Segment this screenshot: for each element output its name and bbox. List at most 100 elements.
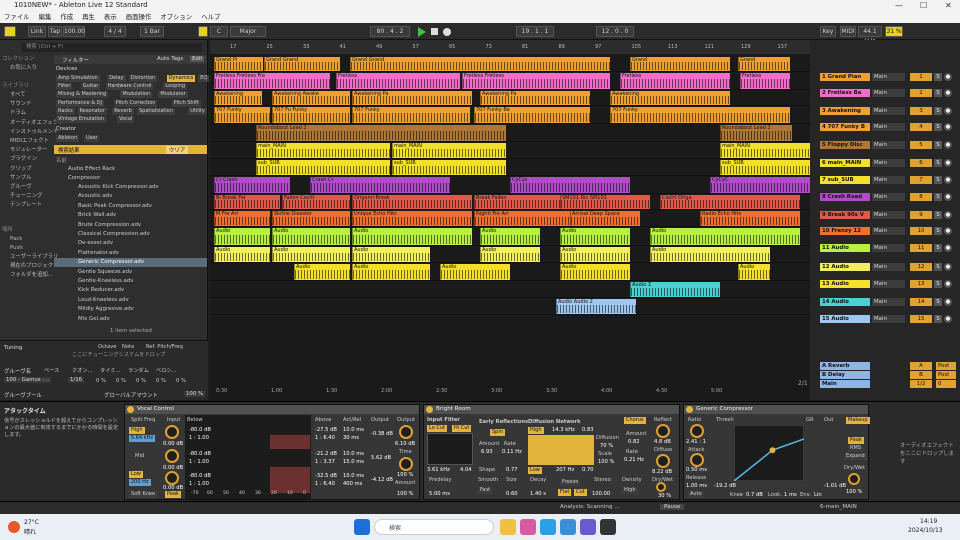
return-track[interactable]: B Delay B Post — [812, 371, 958, 379]
clip[interactable]: Audio — [214, 228, 270, 245]
clip[interactable]: Fretless — [620, 73, 730, 89]
hi-cut-button[interactable]: Hi Cut — [452, 425, 472, 432]
device-tag[interactable]: Utility — [188, 107, 207, 115]
track-header[interactable]: 10 Frenzy 12 Main 10 S ● — [812, 227, 958, 235]
clip[interactable]: Fretless Fretless — [462, 73, 610, 89]
device-power-icon[interactable] — [127, 406, 134, 413]
attack-knob[interactable] — [690, 453, 704, 467]
result-folder[interactable]: Compressor — [54, 174, 207, 183]
solo-button[interactable]: S — [934, 244, 942, 252]
track-output[interactable]: Main — [872, 107, 905, 115]
time-knob[interactable] — [399, 457, 413, 471]
arm-button[interactable]: ● — [944, 193, 952, 201]
arm-button[interactable]: ● — [944, 227, 952, 235]
track-header[interactable]: 5 Floppy Disc Main 5 S ● — [812, 141, 958, 149]
lo-cut-button[interactable]: Lo Cut — [427, 425, 447, 432]
device-tag[interactable]: Delay — [107, 75, 126, 82]
arrangement-lane[interactable]: Fretless Fretless Fre Fretless Fretless Fr… — [210, 72, 810, 90]
track-name[interactable]: 4 707 Funky B — [820, 123, 870, 131]
overview-toggle[interactable] — [4, 26, 16, 37]
solo-button[interactable]: S — [934, 227, 942, 235]
tap-button[interactable]: Tap — [48, 26, 62, 37]
track-header[interactable]: 11 Audio Main 11 S ● — [812, 244, 958, 252]
track-output[interactable]: Main — [872, 227, 905, 235]
creator-tag[interactable]: Ableton — [56, 135, 80, 142]
start-icon[interactable] — [354, 519, 370, 535]
clip[interactable]: Origami Break — [352, 195, 472, 209]
library-item[interactable]: インストゥルメント — [2, 128, 58, 136]
track-name[interactable]: 5 Floppy Disc — [820, 141, 870, 149]
solo-button[interactable]: S — [934, 89, 942, 97]
arm-button[interactable]: ● — [944, 263, 952, 271]
high-gain-knob[interactable] — [165, 425, 179, 439]
clip[interactable]: CyCyc — [510, 177, 630, 193]
arrangement-lane[interactable]: Audio Audio Audio Audio Audio — [210, 263, 810, 281]
clip[interactable]: Grand Grand — [350, 57, 610, 71]
peak-button[interactable]: Peak — [165, 491, 181, 498]
track-output[interactable]: Main — [872, 73, 905, 81]
places-item[interactable]: フォルダを追加... — [2, 271, 53, 279]
menu-item[interactable]: 画面操作 — [126, 11, 152, 23]
menu-item[interactable]: 作成 — [60, 11, 73, 23]
track-output[interactable]: Main — [872, 159, 905, 167]
clip[interactable]: Audio — [650, 247, 770, 262]
clip[interactable]: Audio — [480, 228, 540, 245]
mid-gain-knob[interactable] — [165, 449, 179, 463]
places-item[interactable]: 現在のプロジェクト — [2, 262, 59, 270]
result-folder[interactable]: Audio Effect Rack — [54, 165, 207, 174]
density-select[interactable]: High — [622, 487, 638, 494]
ratio-knob[interactable] — [690, 424, 704, 438]
auto-release-button[interactable]: Auto — [688, 491, 704, 498]
library-item[interactable]: サウンド — [2, 100, 32, 108]
track-output[interactable]: Main — [872, 123, 905, 131]
result-item[interactable]: Brute Compression.adv — [54, 221, 207, 230]
clip[interactable]: Fretless Fretless Fre — [214, 73, 330, 89]
arrangement-lane[interactable]: Audio Audio Audio Audio Audio Audio — [210, 246, 810, 263]
clip[interactable]: Audio — [738, 264, 770, 280]
time-signature[interactable]: 4 / 4 — [104, 26, 126, 37]
clip[interactable]: Awakening Pa — [480, 91, 590, 105]
clip[interactable]: Awakening Awake — [272, 91, 350, 105]
track-activator[interactable]: 13 — [910, 280, 932, 288]
track-activator[interactable]: 9 — [910, 211, 932, 219]
scale-toggle[interactable] — [198, 26, 208, 37]
result-item[interactable]: Basic Peak Compressor.adv — [54, 202, 207, 211]
clip[interactable]: SM101 Ric SM101 — [560, 195, 650, 209]
track-header[interactable]: 1 Grand Pian Main 1 S ● — [812, 73, 958, 81]
arm-button[interactable]: ● — [944, 298, 952, 306]
track-name[interactable]: 8 Crash Road — [820, 193, 870, 201]
places-item[interactable]: Pack — [2, 235, 22, 243]
track-activator[interactable]: 8 — [910, 193, 932, 201]
track-activator[interactable]: 11 — [910, 244, 932, 252]
device-tag[interactable]: Pitch Correction — [113, 99, 158, 107]
arrangement-lane[interactable]: Grand Pi Grand Grand Grand Grand Grand Grand — [210, 56, 810, 72]
return-activator[interactable]: 1/2 — [910, 380, 932, 388]
input-filter-display[interactable] — [427, 433, 473, 465]
track-output[interactable]: Main — [872, 280, 905, 288]
clip[interactable]: 707 Funky — [352, 107, 470, 123]
diffuse-knob[interactable] — [656, 454, 670, 468]
copilot-icon[interactable] — [520, 519, 536, 535]
track-output[interactable]: Main — [872, 141, 905, 149]
device-tag[interactable]: Pitch Shift — [171, 99, 201, 107]
edge-icon[interactable] — [540, 519, 556, 535]
folder-icon[interactable] — [500, 519, 516, 535]
arrangement-lane[interactable]: sub_SUB sub_SUB sub_SUB — [210, 159, 810, 176]
arrangement-lane[interactable]: Bi Break Fal Fallen Cocht Origami Break Bre… — [210, 194, 810, 210]
track-activator[interactable]: 7 — [910, 176, 932, 184]
clip[interactable]: Grand — [738, 57, 790, 71]
solo-button[interactable]: S — [934, 176, 942, 184]
clear-button[interactable]: クリア — [166, 146, 189, 154]
clip[interactable]: Audio — [352, 264, 430, 280]
library-item[interactable]: グルーヴ — [2, 183, 32, 191]
expand-mode-button[interactable]: Expand — [844, 453, 867, 460]
arm-button[interactable]: ● — [944, 211, 952, 219]
chorus-button[interactable]: Chorus — [624, 417, 646, 424]
device-tag[interactable]: Reverb — [112, 107, 134, 115]
rms-mode-button[interactable]: RMS — [848, 445, 863, 452]
device-power-icon[interactable] — [426, 406, 433, 413]
arrangement-lane[interactable]: 707 Funky 707 Fu Funky 707 Funky 707 Funky … — [210, 106, 810, 124]
auto-tags-button[interactable]: Auto Tags — [157, 56, 183, 62]
device-tag[interactable]: Modulation — [120, 91, 153, 99]
soft-knee-button[interactable]: Soft Knee — [129, 491, 158, 498]
